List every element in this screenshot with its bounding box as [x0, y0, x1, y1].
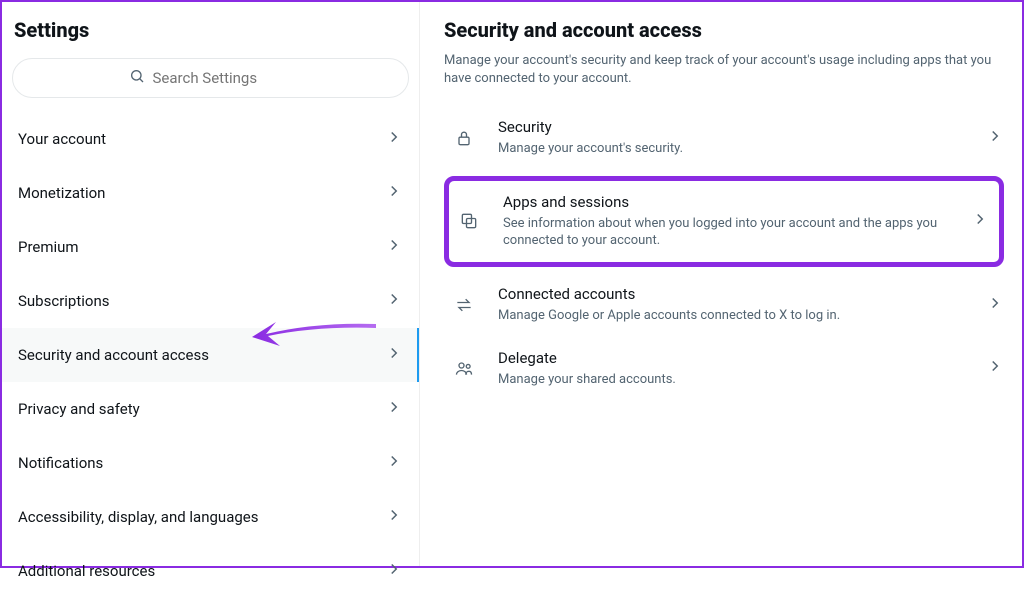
chevron-right-icon — [385, 182, 403, 204]
settings-window: Settings Your account Monetization Premi… — [0, 0, 1024, 568]
sidebar-item-label: Subscriptions — [18, 292, 109, 310]
sidebar-title: Settings — [2, 2, 419, 52]
chevron-right-icon — [385, 452, 403, 474]
option-delegate[interactable]: Delegate Manage your shared accounts. — [444, 337, 1016, 401]
option-apps-sessions[interactable]: Apps and sessions See information about … — [453, 187, 997, 256]
option-desc: Manage Google or Apple accounts connecte… — [498, 307, 964, 325]
option-desc: See information about when you logged in… — [503, 215, 949, 250]
sidebar-item-label: Monetization — [18, 184, 105, 202]
sidebar-item-label: Additional resources — [18, 562, 155, 580]
settings-sidebar: Settings Your account Monetization Premi… — [2, 2, 420, 566]
sidebar-item-label: Your account — [18, 130, 106, 148]
option-title: Delegate — [498, 349, 964, 367]
option-texts: Apps and sessions See information about … — [503, 193, 949, 250]
sidebar-item-privacy[interactable]: Privacy and safety — [2, 382, 419, 436]
option-title: Security — [498, 118, 964, 136]
chevron-right-icon — [986, 357, 1004, 379]
chevron-right-icon — [385, 236, 403, 258]
sidebar-item-label: Notifications — [18, 454, 103, 472]
sidebar-item-subscriptions[interactable]: Subscriptions — [2, 274, 419, 328]
sidebar-item-monetization[interactable]: Monetization — [2, 166, 419, 220]
chevron-right-icon — [385, 290, 403, 312]
sidebar-item-security[interactable]: Security and account access — [2, 328, 419, 382]
sidebar-item-notifications[interactable]: Notifications — [2, 436, 419, 490]
page-description: Manage your account's security and keep … — [444, 52, 1016, 88]
chevron-right-icon — [385, 506, 403, 528]
chevron-right-icon — [971, 210, 989, 232]
chevron-right-icon — [385, 560, 403, 582]
sidebar-item-label: Security and account access — [18, 346, 209, 364]
page-title: Security and account access — [444, 14, 1016, 52]
chevron-right-icon — [986, 294, 1004, 316]
option-texts: Connected accounts Manage Google or Appl… — [498, 285, 964, 325]
swap-icon — [452, 295, 476, 315]
content-panel: Security and account access Manage your … — [420, 2, 1022, 566]
chevron-right-icon — [385, 398, 403, 420]
search-input-wrapper[interactable] — [12, 58, 409, 98]
search-input[interactable] — [153, 69, 293, 87]
sidebar-item-premium[interactable]: Premium — [2, 220, 419, 274]
chevron-right-icon — [385, 128, 403, 150]
people-icon — [452, 358, 476, 378]
chevron-right-icon — [385, 344, 403, 366]
apps-icon — [457, 211, 481, 231]
sidebar-item-label: Premium — [18, 238, 79, 256]
sidebar-nav: Your account Monetization Premium Subscr… — [2, 112, 419, 598]
search-icon — [129, 68, 145, 88]
option-texts: Security Manage your account's security. — [498, 118, 964, 158]
annotation-highlight: Apps and sessions See information about … — [444, 176, 1004, 267]
option-title: Connected accounts — [498, 285, 964, 303]
sidebar-item-accessibility[interactable]: Accessibility, display, and languages — [2, 490, 419, 544]
option-title: Apps and sessions — [503, 193, 949, 211]
lock-icon — [452, 128, 476, 148]
sidebar-item-resources[interactable]: Additional resources — [2, 544, 419, 598]
sidebar-item-label: Privacy and safety — [18, 400, 140, 418]
sidebar-item-label: Accessibility, display, and languages — [18, 508, 258, 526]
option-security[interactable]: Security Manage your account's security. — [444, 106, 1016, 170]
chevron-right-icon — [986, 127, 1004, 149]
search-container — [2, 52, 419, 112]
option-desc: Manage your shared accounts. — [498, 371, 964, 389]
sidebar-item-your-account[interactable]: Your account — [2, 112, 419, 166]
option-desc: Manage your account's security. — [498, 140, 964, 158]
option-connected-accounts[interactable]: Connected accounts Manage Google or Appl… — [444, 273, 1016, 337]
option-texts: Delegate Manage your shared accounts. — [498, 349, 964, 389]
